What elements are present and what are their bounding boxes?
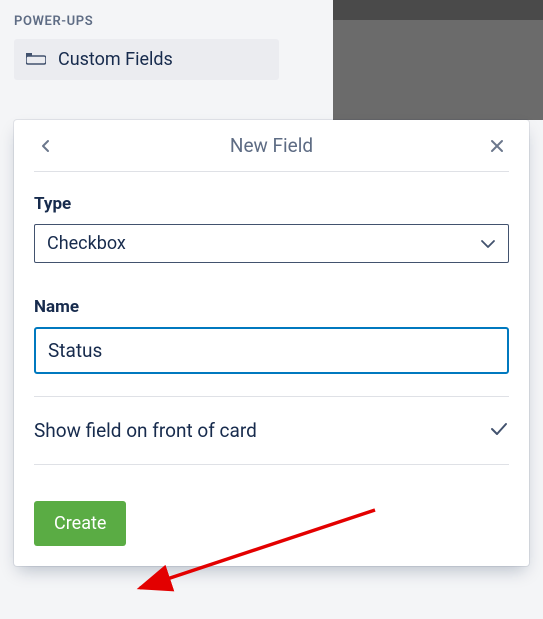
chevron-down-icon — [480, 239, 496, 249]
type-label: Type — [34, 194, 509, 214]
close-button[interactable] — [485, 134, 509, 158]
back-button[interactable] — [34, 134, 58, 158]
custom-fields-button[interactable]: Custom Fields — [14, 39, 279, 80]
new-field-popup: New Field Type Checkbox Name Show field … — [14, 120, 529, 566]
name-input[interactable] — [34, 327, 509, 374]
create-button[interactable]: Create — [34, 501, 126, 546]
popup-title: New Field — [230, 134, 313, 157]
name-label: Name — [34, 297, 509, 317]
check-icon — [489, 421, 509, 441]
popup-header: New Field — [34, 120, 509, 172]
type-select[interactable]: Checkbox — [34, 224, 509, 263]
type-value: Checkbox — [47, 233, 126, 254]
custom-fields-label: Custom Fields — [58, 49, 173, 70]
toggle-label: Show field on front of card — [34, 419, 257, 442]
custom-fields-icon — [26, 53, 46, 67]
close-icon — [489, 138, 505, 154]
background-overlay — [333, 0, 543, 20]
powerups-heading: POWER-UPS — [14, 14, 319, 29]
chevron-left-icon — [39, 139, 53, 153]
show-on-front-toggle[interactable]: Show field on front of card — [34, 396, 509, 465]
sidebar: POWER-UPS Custom Fields — [0, 0, 333, 80]
